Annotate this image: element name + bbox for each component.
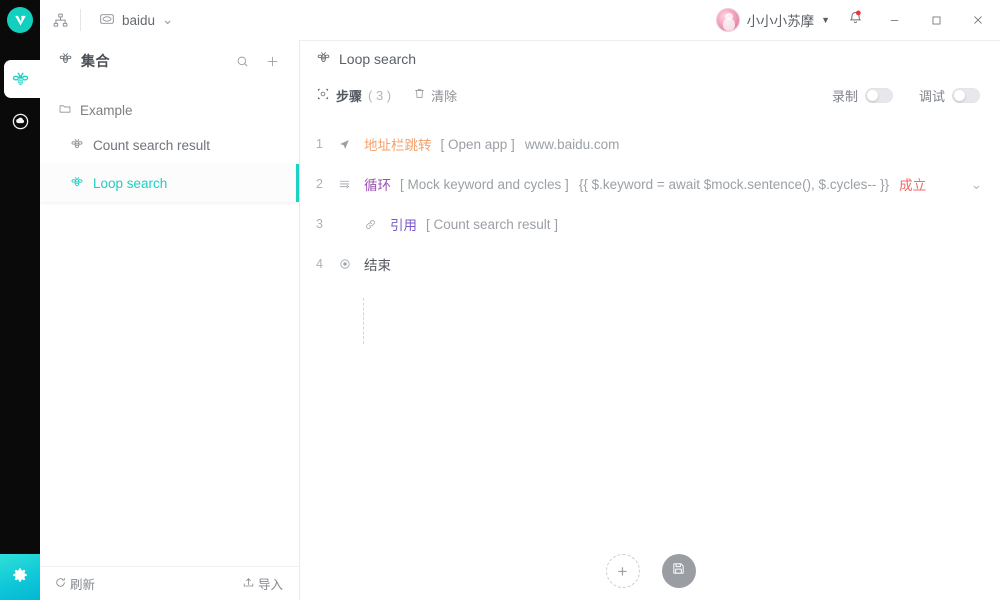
stop-icon xyxy=(338,257,364,271)
debug-toggle-knob xyxy=(954,89,965,101)
avatar xyxy=(715,8,740,32)
app-window: baidu ⌄ 小小小苏摩 ▼ ● 集合 Example Count searc… xyxy=(0,0,1000,600)
notifications-button[interactable]: ● xyxy=(838,0,872,40)
chevron-down-icon[interactable]: ⌄ xyxy=(162,12,173,28)
notification-badge: ● xyxy=(855,7,862,19)
debug-toggle-group: 调试 xyxy=(919,86,980,105)
page-title-text: Loop search xyxy=(339,51,417,67)
steps-count: ( 3 ) xyxy=(368,87,392,103)
search-icon[interactable] xyxy=(231,50,253,72)
app-logo xyxy=(0,0,40,40)
step-label: 地址栏跳转 xyxy=(364,138,432,153)
indent-guide xyxy=(363,298,364,344)
steps-label: 步骤 xyxy=(336,88,363,104)
main-panel: Loop search 步骤 ( 3 ) 清除 录制 调试 1 地址栏跳转 [… xyxy=(301,40,1000,600)
rail-item-cloud[interactable] xyxy=(0,100,40,142)
refresh-icon xyxy=(54,576,67,592)
bee-icon xyxy=(70,137,84,154)
gear-icon xyxy=(10,565,30,590)
step-condition: 成立 xyxy=(899,178,927,193)
add-step-button[interactable]: + xyxy=(605,554,640,588)
sidebar-group-example[interactable]: Example xyxy=(40,94,299,126)
sidebar-header: 集合 xyxy=(40,40,299,82)
link-icon xyxy=(364,218,390,231)
import-label: 导入 xyxy=(257,578,283,592)
record-toggle-group: 录制 xyxy=(832,86,893,105)
sidebar-footer: 刷新 导入 xyxy=(40,566,299,600)
cloud-icon xyxy=(11,112,30,131)
step-bracket: [ Open app ] xyxy=(440,136,515,152)
browser-icon xyxy=(99,11,115,30)
rail-item-list xyxy=(0,58,44,142)
bee-icon xyxy=(11,70,30,89)
debug-label: 调试 xyxy=(918,88,945,104)
step-row[interactable]: 3 引用 [ Count search result ] xyxy=(301,204,1000,244)
step-bracket: [ Mock keyword and cycles ] xyxy=(400,176,569,192)
step-row[interactable]: 1 地址栏跳转 [ Open app ] www.baidu.com xyxy=(301,124,1000,164)
clear-button[interactable]: 清除 xyxy=(413,86,457,105)
refresh-label: 刷新 xyxy=(70,578,96,592)
floating-actions: + xyxy=(301,554,1000,588)
steps-indicator: 步骤 ( 3 ) xyxy=(316,86,391,105)
bee-icon xyxy=(70,175,84,192)
step-extra: {{ $.keyword = await $mock.sentence(), $… xyxy=(578,176,890,192)
bee-icon xyxy=(58,51,73,71)
save-button[interactable] xyxy=(661,554,696,588)
step-label: 结束 xyxy=(364,258,391,273)
step-label: 循环 xyxy=(364,178,391,193)
cursor-arrow-icon xyxy=(338,138,364,151)
plus-icon: + xyxy=(617,561,628,581)
steps-icon xyxy=(316,87,330,104)
v-logo-icon xyxy=(7,7,33,33)
sidebar-item-loop-search[interactable]: Loop search xyxy=(40,164,299,202)
sidebar-item-count-search-result[interactable]: Count search result xyxy=(40,126,299,164)
save-icon xyxy=(671,561,686,581)
add-collection-button[interactable] xyxy=(261,50,283,72)
step-number: 3 xyxy=(316,217,323,231)
sidebar-title: 集合 xyxy=(81,53,110,69)
folder-icon xyxy=(58,102,72,119)
bee-icon xyxy=(316,50,331,68)
rail-item-settings[interactable] xyxy=(0,554,40,600)
clear-label: 清除 xyxy=(431,88,458,104)
loop-icon xyxy=(338,178,364,191)
maximize-button[interactable] xyxy=(916,0,956,40)
sidebar-group-label: Example xyxy=(80,102,133,118)
step-label: 引用 xyxy=(390,218,417,233)
collections-sidebar: 集合 Example Count search result Loop sear… xyxy=(40,40,300,600)
step-number: 4 xyxy=(316,257,323,271)
user-menu[interactable]: 小小小苏摩 ▼ xyxy=(708,0,838,40)
close-button[interactable] xyxy=(956,0,1000,40)
sidebar-item-label: Count search result xyxy=(93,137,211,153)
step-row[interactable]: 2 循环 [ Mock keyword and cycles ] {{ $.ke… xyxy=(301,164,1000,204)
debug-toggle[interactable] xyxy=(952,87,980,103)
chevron-down-icon[interactable]: ▼ xyxy=(821,15,830,25)
titlebar: baidu ⌄ 小小小苏摩 ▼ ● xyxy=(40,0,1000,40)
record-toggle-knob xyxy=(866,89,878,101)
step-extra: www.baidu.com xyxy=(524,136,620,152)
main-toolbar: 步骤 ( 3 ) 清除 录制 调试 xyxy=(301,78,1000,112)
minimize-button[interactable] xyxy=(872,0,916,40)
chevron-down-icon[interactable]: ⌄ xyxy=(971,177,982,193)
left-rail xyxy=(0,0,44,600)
browser-tab-baidu[interactable]: baidu ⌄ xyxy=(81,0,187,40)
sitemap-icon[interactable] xyxy=(40,0,80,40)
browser-tab-label: baidu xyxy=(122,12,156,28)
user-name: 小小小苏摩 xyxy=(746,14,815,29)
import-button[interactable]: 导入 xyxy=(242,574,283,593)
step-bracket: [ Count search result ] xyxy=(426,216,559,232)
steps-list: 1 地址栏跳转 [ Open app ] www.baidu.com 2 循环 … xyxy=(301,112,1000,344)
refresh-button[interactable]: 刷新 xyxy=(54,574,95,593)
import-icon xyxy=(242,576,255,592)
step-row[interactable]: 4 结束 xyxy=(301,244,1000,284)
page-title: Loop search xyxy=(301,40,1000,78)
step-number: 2 xyxy=(316,177,323,191)
step-number: 1 xyxy=(316,137,323,151)
sidebar-item-label: Loop search xyxy=(93,175,168,191)
trash-icon xyxy=(413,87,426,103)
collections-list: Example Count search result Loop search xyxy=(40,82,299,202)
rail-item-collections[interactable] xyxy=(0,58,44,100)
record-toggle[interactable] xyxy=(864,87,893,103)
record-label: 录制 xyxy=(831,88,858,104)
